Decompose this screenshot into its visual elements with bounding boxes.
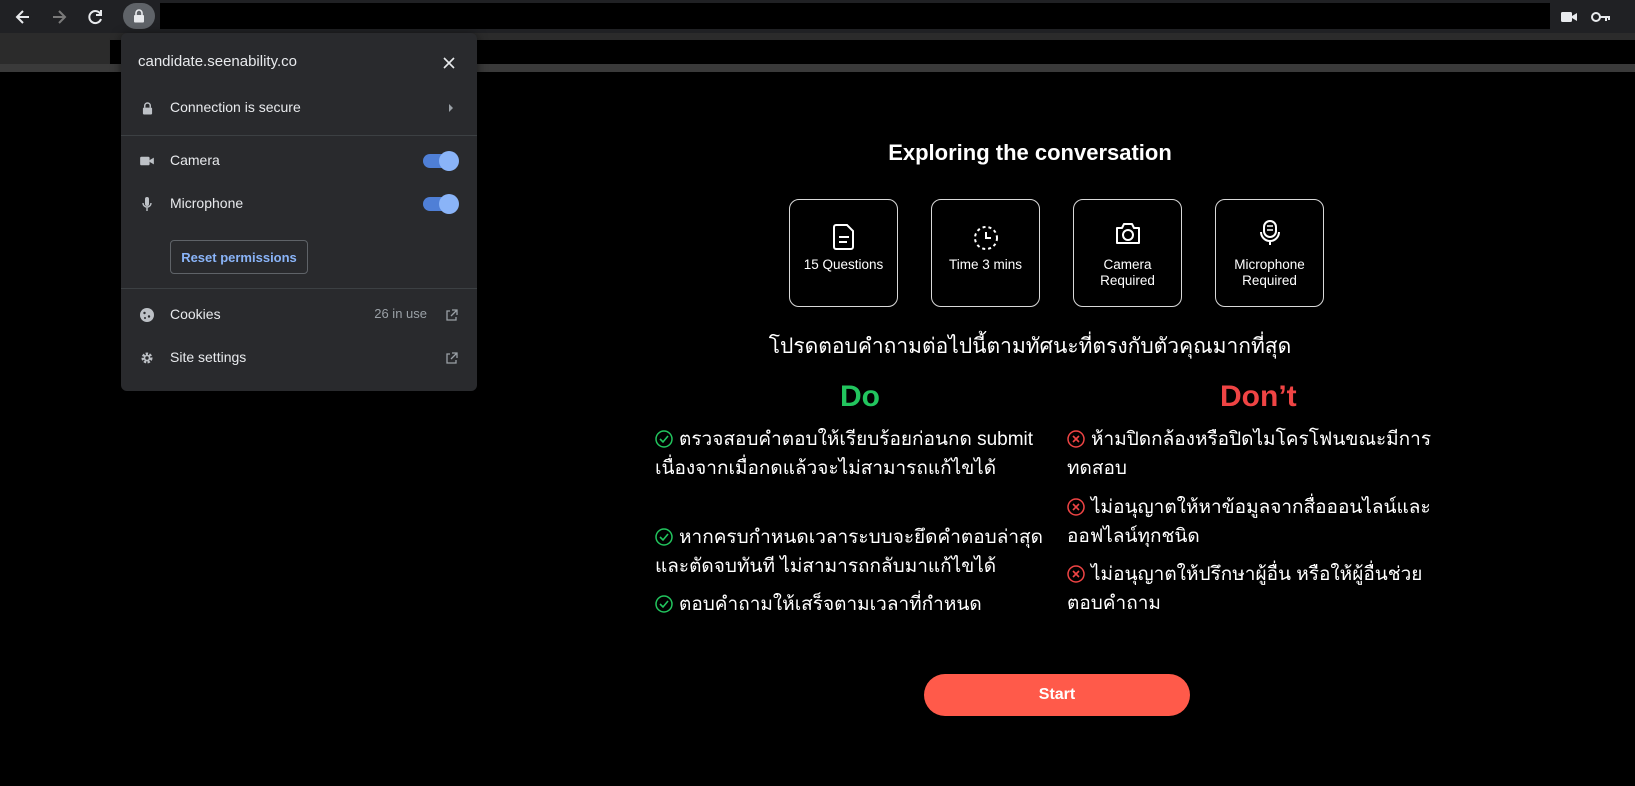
- x-circle-icon: [1067, 498, 1085, 516]
- do-item: ตรวจสอบคำตอบให้เรียบร้อยก่อนกด submit เน…: [655, 425, 1050, 483]
- dont-item: ไม่อนุญาตให้หาข้อมูลจากสื่อออนไลน์และออฟ…: [1067, 493, 1437, 551]
- site-info-button[interactable]: [123, 3, 155, 29]
- dont-item-text: ไม่อนุญาตให้หาข้อมูลจากสื่อออนไลน์และออฟ…: [1067, 497, 1431, 547]
- check-circle-icon: [655, 528, 673, 546]
- card-label: Microphone Required: [1234, 257, 1305, 288]
- connection-row[interactable]: Connection is secure: [121, 88, 477, 128]
- gear-icon: [141, 352, 153, 364]
- reload-button[interactable]: [82, 4, 108, 30]
- external-link-icon: [445, 308, 458, 321]
- cookie-icon: [140, 308, 154, 322]
- dont-item: ไม่อนุญาตให้ปรึกษาผู้อื่น หรือให้ผู้อื่น…: [1067, 560, 1437, 618]
- camera-label: Camera: [170, 152, 220, 168]
- do-heading: Do: [840, 380, 880, 413]
- info-card-questions: 15 Questions: [789, 199, 898, 307]
- do-item-text: ตอบคำถามให้เสร็จตามเวลาที่กำหนด: [679, 594, 982, 615]
- instruction-text: โปรดตอบคำถามต่อไปนี้ตามทัศนะที่ตรงกับตัว…: [768, 335, 1292, 358]
- timer-icon: [973, 226, 998, 250]
- check-circle-icon: [655, 430, 673, 448]
- camera-in-use-icon[interactable]: [1558, 6, 1580, 28]
- close-icon: [443, 57, 455, 69]
- do-item: หากครบกำหนดเวลาระบบจะยึดคำตอบล่าสุด และต…: [655, 523, 1060, 581]
- browser-toolbar: [0, 0, 1635, 33]
- camera-toggle[interactable]: [423, 151, 459, 171]
- site-settings-label: Site settings: [170, 349, 247, 365]
- card-label: Camera Required: [1100, 257, 1155, 288]
- address-bar[interactable]: [160, 3, 1550, 29]
- do-item-text: ตรวจสอบคำตอบให้เรียบร้อยก่อนกด submit เน…: [655, 429, 1034, 479]
- key-icon[interactable]: [1590, 6, 1612, 28]
- camera-permission-row: Camera: [121, 141, 477, 181]
- page-title: Exploring the conversation: [888, 140, 1172, 165]
- site-info-popup: candidate.seenability.co Connection is s…: [121, 33, 477, 391]
- forward-button[interactable]: [46, 4, 72, 30]
- info-card-time: Time 3 mins: [931, 199, 1040, 307]
- connection-label: Connection is secure: [170, 99, 301, 115]
- cookies-label: Cookies: [170, 306, 221, 322]
- microphone-toggle[interactable]: [423, 194, 459, 214]
- popup-divider: [121, 288, 477, 289]
- info-card-microphone: Microphone Required: [1215, 199, 1324, 307]
- back-arrow-icon: [15, 10, 29, 24]
- popup-divider: [121, 135, 477, 136]
- lock-icon: [142, 101, 152, 114]
- check-circle-icon: [655, 595, 673, 613]
- card-label: Time 3 mins: [948, 257, 1022, 272]
- dont-heading: Don’t: [1220, 380, 1297, 413]
- lock-icon: [134, 9, 144, 23]
- external-link-icon: [445, 351, 458, 364]
- card-label: 15 Questions: [803, 257, 884, 272]
- camera-icon: [140, 156, 154, 166]
- microphone-icon: [1259, 220, 1280, 245]
- chevron-right-icon: [449, 104, 453, 112]
- camera-icon: [1115, 223, 1140, 244]
- forward-arrow-icon: [53, 10, 67, 24]
- start-button[interactable]: Start: [924, 674, 1190, 716]
- site-settings-row[interactable]: Site settings: [121, 338, 477, 378]
- dont-item-text: ไม่อนุญาตให้ปรึกษาผู้อื่น หรือให้ผู้อื่น…: [1067, 564, 1423, 614]
- cookies-count: 26 in use: [374, 306, 427, 321]
- dont-item: ห้ามปิดกล้องหรือปิดไมโครโฟนขณะมีการทดสอบ: [1067, 425, 1437, 483]
- x-circle-icon: [1067, 430, 1085, 448]
- back-button[interactable]: [10, 4, 36, 30]
- reset-permissions-button[interactable]: Reset permissions: [170, 240, 308, 274]
- info-card-camera: Camera Required: [1073, 199, 1182, 307]
- popup-site-name: candidate.seenability.co: [138, 53, 297, 70]
- cookies-row[interactable]: Cookies 26 in use: [121, 295, 477, 335]
- do-item-text: หากครบกำหนดเวลาระบบจะยึดคำตอบล่าสุด และต…: [655, 527, 1043, 577]
- x-circle-icon: [1067, 565, 1085, 583]
- do-item: ตอบคำถามให้เสร็จตามเวลาที่กำหนด: [655, 590, 1060, 619]
- dont-item-text: ห้ามปิดกล้องหรือปิดไมโครโฟนขณะมีการทดสอบ: [1067, 429, 1432, 479]
- microphone-icon: [142, 197, 152, 211]
- reload-icon: [88, 10, 102, 25]
- document-icon: [832, 224, 854, 250]
- microphone-label: Microphone: [170, 195, 244, 211]
- microphone-permission-row: Microphone: [121, 184, 477, 224]
- close-button[interactable]: [439, 53, 459, 73]
